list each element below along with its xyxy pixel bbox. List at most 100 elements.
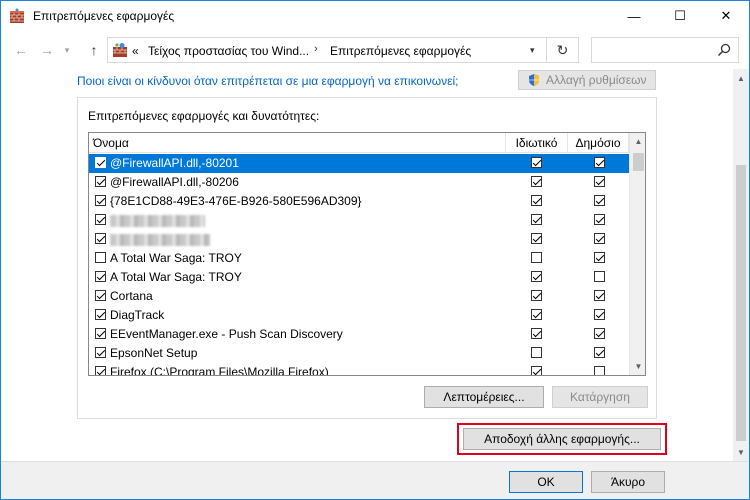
public-checkbox[interactable] bbox=[594, 328, 605, 339]
scroll-down-icon[interactable]: ▼ bbox=[630, 358, 645, 375]
table-row[interactable]: EpsonNet Setup bbox=[89, 344, 629, 363]
back-button[interactable]: ← bbox=[11, 41, 31, 59]
table-row[interactable]: A Total War Saga: TROY bbox=[89, 249, 629, 268]
dialog-footer: OK Άκυρο bbox=[1, 461, 749, 499]
public-checkbox[interactable] bbox=[594, 233, 605, 244]
enabled-checkbox[interactable] bbox=[95, 328, 106, 339]
app-name: A Total War Saga: TROY bbox=[110, 251, 242, 265]
change-settings-button[interactable]: Αλλαγή ρυθμίσεων bbox=[518, 70, 656, 90]
search-icon bbox=[717, 43, 731, 57]
table-row[interactable]: EEventManager.exe - Push Scan Discovery bbox=[89, 325, 629, 344]
table-row[interactable]: A Total War Saga: TROY bbox=[89, 268, 629, 287]
table-row[interactable]: @FirewallAPI.dll,-80201 bbox=[89, 154, 629, 173]
public-checkbox[interactable] bbox=[594, 309, 605, 320]
app-name: EpsonNet Setup bbox=[110, 346, 198, 360]
private-checkbox[interactable] bbox=[531, 366, 542, 375]
table-row[interactable]: @FirewallAPI.dll,-80206 bbox=[89, 173, 629, 192]
refresh-icon: ↻ bbox=[556, 41, 569, 58]
private-checkbox[interactable] bbox=[531, 271, 542, 282]
public-checkbox[interactable] bbox=[594, 157, 605, 168]
title-bar[interactable]: Επιτρεπόμενες εφαρμογές — ☐ ✕ bbox=[1, 1, 749, 31]
scroll-up-icon[interactable]: ▲ bbox=[630, 133, 645, 150]
app-name: EEventManager.exe - Push Scan Discovery bbox=[110, 327, 343, 341]
public-checkbox[interactable] bbox=[594, 195, 605, 206]
table-row[interactable]: {78E1CD88-49E3-476E-B926-580E596AD309} bbox=[89, 192, 629, 211]
recent-locations-button[interactable]: ▾ bbox=[61, 41, 73, 59]
app-name bbox=[110, 213, 205, 227]
private-checkbox[interactable] bbox=[531, 195, 542, 206]
public-checkbox[interactable] bbox=[594, 366, 605, 375]
close-button[interactable]: ✕ bbox=[703, 1, 749, 31]
cancel-button[interactable]: Άκυρο bbox=[591, 471, 665, 493]
private-checkbox[interactable] bbox=[531, 328, 542, 339]
public-checkbox[interactable] bbox=[594, 252, 605, 263]
content-area: Ποιοι είναι οι κίνδυνοι όταν επιτρέπεται… bbox=[1, 69, 733, 461]
enabled-checkbox[interactable] bbox=[95, 195, 106, 206]
close-icon: ✕ bbox=[720, 8, 732, 23]
table-row[interactable]: Cortana bbox=[89, 287, 629, 306]
public-checkbox[interactable] bbox=[594, 176, 605, 187]
private-checkbox[interactable] bbox=[531, 176, 542, 187]
address-bar[interactable]: « Τείχος προστασίας του Wind... › Επιτρε… bbox=[107, 37, 547, 63]
page-scroll-down-icon[interactable]: ▼ bbox=[733, 445, 749, 459]
remove-button[interactable]: Κατάργηση bbox=[552, 386, 648, 408]
apps-list[interactable]: Όνομα Ιδιωτικό Δημόσιο @FirewallAPI.dll,… bbox=[88, 132, 646, 376]
list-scrollbar[interactable]: ▲ ▼ bbox=[629, 133, 645, 375]
minimize-button[interactable]: — bbox=[611, 1, 657, 31]
app-name: @FirewallAPI.dll,-80206 bbox=[110, 175, 239, 189]
ok-button[interactable]: OK bbox=[509, 471, 583, 493]
breadcrumb-allowed-apps[interactable]: Επιτρεπόμενες εφαρμογές bbox=[330, 44, 471, 58]
allow-another-app-button[interactable]: Αποδοχή άλλης εφαρμογής... bbox=[463, 428, 661, 450]
private-checkbox[interactable] bbox=[531, 347, 542, 358]
table-row[interactable]: DiagTrack bbox=[89, 306, 629, 325]
private-checkbox[interactable] bbox=[531, 309, 542, 320]
column-header-name[interactable]: Όνομα bbox=[89, 133, 506, 153]
private-checkbox[interactable] bbox=[531, 252, 542, 263]
maximize-button[interactable]: ☐ bbox=[657, 1, 703, 31]
highlight-box: Αποδοχή άλλης εφαρμογής... bbox=[457, 423, 667, 455]
enabled-checkbox[interactable] bbox=[95, 176, 106, 187]
forward-button[interactable]: → bbox=[37, 41, 57, 59]
enabled-checkbox[interactable] bbox=[95, 366, 106, 375]
public-checkbox[interactable] bbox=[594, 214, 605, 225]
refresh-button[interactable]: ↻ bbox=[547, 37, 579, 63]
up-button[interactable]: ↑ bbox=[84, 41, 104, 59]
search-input[interactable] bbox=[591, 37, 739, 63]
breadcrumb-separator-icon[interactable]: › bbox=[314, 43, 318, 55]
enabled-checkbox[interactable] bbox=[95, 157, 106, 168]
allowed-apps-window: Επιτρεπόμενες εφαρμογές — ☐ ✕ ← → ▾ ↑ « … bbox=[0, 0, 750, 500]
table-row[interactable] bbox=[89, 230, 629, 249]
details-button[interactable]: Λεπτομέρειες... bbox=[424, 386, 544, 408]
minimize-icon: — bbox=[627, 8, 641, 24]
private-checkbox[interactable] bbox=[531, 157, 542, 168]
enabled-checkbox[interactable] bbox=[95, 252, 106, 263]
private-checkbox[interactable] bbox=[531, 233, 542, 244]
public-checkbox[interactable] bbox=[594, 290, 605, 301]
page-scroll-up-icon[interactable]: ▲ bbox=[733, 71, 749, 85]
public-checkbox[interactable] bbox=[594, 347, 605, 358]
app-name: @FirewallAPI.dll,-80201 bbox=[110, 156, 239, 170]
page-scrollbar[interactable]: ▲ ▼ bbox=[733, 69, 749, 461]
enabled-checkbox[interactable] bbox=[95, 233, 106, 244]
column-header-private[interactable]: Ιδιωτικό bbox=[506, 133, 568, 153]
enabled-checkbox[interactable] bbox=[95, 290, 106, 301]
enabled-checkbox[interactable] bbox=[95, 271, 106, 282]
breadcrumb-overflow[interactable]: « bbox=[132, 44, 139, 58]
address-dropdown-icon[interactable]: ▾ bbox=[530, 45, 535, 56]
enabled-checkbox[interactable] bbox=[95, 309, 106, 320]
risks-help-link[interactable]: Ποιοι είναι οι κίνδυνοι όταν επιτρέπεται… bbox=[77, 74, 459, 88]
table-row[interactable] bbox=[89, 211, 629, 230]
group-label: Επιτρεπόμενες εφαρμογές και δυνατότητες: bbox=[88, 109, 320, 123]
table-row[interactable]: Firefox (C:\Program Files\Mozilla Firefo… bbox=[89, 363, 629, 375]
enabled-checkbox[interactable] bbox=[95, 347, 106, 358]
private-checkbox[interactable] bbox=[531, 290, 542, 301]
private-checkbox[interactable] bbox=[531, 214, 542, 225]
column-header-public[interactable]: Δημόσιο bbox=[568, 133, 629, 153]
public-checkbox[interactable] bbox=[594, 271, 605, 282]
scroll-thumb[interactable] bbox=[633, 153, 644, 171]
page-scroll-thumb[interactable] bbox=[736, 165, 746, 441]
breadcrumb-firewall[interactable]: Τείχος προστασίας του Wind... bbox=[148, 44, 309, 58]
firewall-app-icon bbox=[10, 8, 24, 23]
navigation-bar: ← → ▾ ↑ « Τείχος προστασίας του Wind... … bbox=[1, 31, 749, 69]
enabled-checkbox[interactable] bbox=[95, 214, 106, 225]
